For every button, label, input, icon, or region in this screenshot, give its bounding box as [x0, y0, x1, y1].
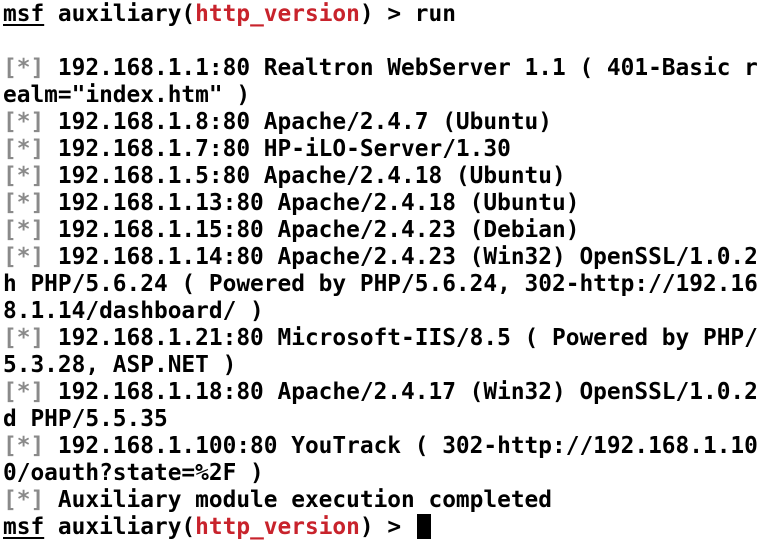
output-text: 8.1.14/dashboard/ ): [3, 298, 264, 324]
output-text: 5.3.28, ASP.NET ): [3, 352, 237, 378]
output-line: [*] 192.168.1.21:80 Microsoft-IIS/8.5 ( …: [3, 325, 758, 352]
output-line: 0/oauth?state=%2F ): [3, 460, 758, 487]
status-marker: [*]: [3, 163, 45, 189]
status-marker: [*]: [3, 55, 45, 81]
status-marker: [*]: [3, 136, 45, 162]
output-text: h PHP/5.6.24 ( Powered by PHP/5.6.24, 30…: [3, 271, 758, 297]
output-line: ealm="index.htm" ): [3, 82, 758, 109]
prompt-context-open: auxiliary(: [44, 1, 196, 27]
output-line: [*] 192.168.1.14:80 Apache/2.4.23 (Win32…: [3, 244, 758, 271]
output-line: [*] 192.168.1.100:80 YouTrack ( 302-http…: [3, 433, 758, 460]
output-text: 192.168.1.5:80 Apache/2.4.18 (Ubuntu): [44, 163, 566, 189]
output-line: d PHP/5.5.35: [3, 406, 758, 433]
status-marker: [*]: [3, 244, 45, 270]
prompt-module-name: http_version: [195, 514, 360, 540]
output-text: 192.168.1.1:80 Realtron WebServer 1.1 ( …: [44, 55, 758, 81]
output-text: d PHP/5.5.35: [3, 406, 168, 432]
text-cursor: [416, 514, 431, 539]
output-line: h PHP/5.6.24 ( Powered by PHP/5.6.24, 30…: [3, 271, 758, 298]
status-marker: [*]: [3, 379, 45, 405]
output-line: [*] 192.168.1.15:80 Apache/2.4.23 (Debia…: [3, 217, 758, 244]
prompt-arrow: >: [373, 1, 415, 27]
prompt-context-open: auxiliary(: [44, 514, 196, 540]
prompt-msf: msf: [3, 514, 45, 540]
prompt-arrow: >: [373, 514, 415, 540]
status-marker: [*]: [3, 433, 45, 459]
output-text: 192.168.1.13:80 Apache/2.4.18 (Ubuntu): [44, 190, 580, 216]
output-text: Auxiliary module execution completed: [44, 487, 553, 513]
output-line: [*] 192.168.1.13:80 Apache/2.4.18 (Ubunt…: [3, 190, 758, 217]
output-text: 192.168.1.15:80 Apache/2.4.23 (Debian): [44, 217, 580, 243]
output-text: ealm="index.htm" ): [3, 82, 251, 108]
output-text: 192.168.1.18:80 Apache/2.4.17 (Win32) Op…: [44, 379, 758, 405]
output-line: [*] 192.168.1.1:80 Realtron WebServer 1.…: [3, 55, 758, 82]
output-line: [*] 192.168.1.7:80 HP-iLO-Server/1.30: [3, 136, 758, 163]
terminal-output: msf auxiliary(http_version) > run [*] 19…: [3, 1, 758, 540]
output-text: 192.168.1.7:80 HP-iLO-Server/1.30: [44, 136, 511, 162]
output-text: 192.168.1.14:80 Apache/2.4.23 (Win32) Op…: [44, 244, 758, 270]
output-line: [*] 192.168.1.18:80 Apache/2.4.17 (Win32…: [3, 379, 758, 406]
output-line: [*] 192.168.1.8:80 Apache/2.4.7 (Ubuntu): [3, 109, 758, 136]
output-text: 192.168.1.100:80 YouTrack ( 302-http://1…: [44, 433, 758, 459]
prompt-context-close: ): [359, 514, 374, 540]
scan-results: [*] 192.168.1.1:80 Realtron WebServer 1.…: [3, 55, 758, 514]
output-text: 192.168.1.8:80 Apache/2.4.7 (Ubuntu): [44, 109, 553, 135]
prompt-context-close: ): [359, 1, 374, 27]
command-line: msf auxiliary(http_version) > run: [3, 1, 758, 28]
status-marker: [*]: [3, 217, 45, 243]
terminal-window[interactable]: msf auxiliary(http_version) > run [*] 19…: [0, 0, 773, 540]
output-line: [*] 192.168.1.5:80 Apache/2.4.18 (Ubuntu…: [3, 163, 758, 190]
prompt-module-name: http_version: [195, 1, 360, 27]
prompt-msf: msf: [3, 1, 45, 27]
output-line: 8.1.14/dashboard/ ): [3, 298, 758, 325]
status-marker: [*]: [3, 109, 45, 135]
input-line[interactable]: msf auxiliary(http_version) >: [3, 514, 758, 540]
entered-command: run: [414, 1, 456, 27]
output-text: 0/oauth?state=%2F ): [3, 460, 264, 486]
output-line: [*] Auxiliary module execution completed: [3, 487, 758, 514]
output-text: 192.168.1.21:80 Microsoft-IIS/8.5 ( Powe…: [44, 325, 758, 351]
output-line: 5.3.28, ASP.NET ): [3, 352, 758, 379]
status-marker: [*]: [3, 190, 45, 216]
status-marker: [*]: [3, 325, 45, 351]
status-marker: [*]: [3, 487, 45, 513]
